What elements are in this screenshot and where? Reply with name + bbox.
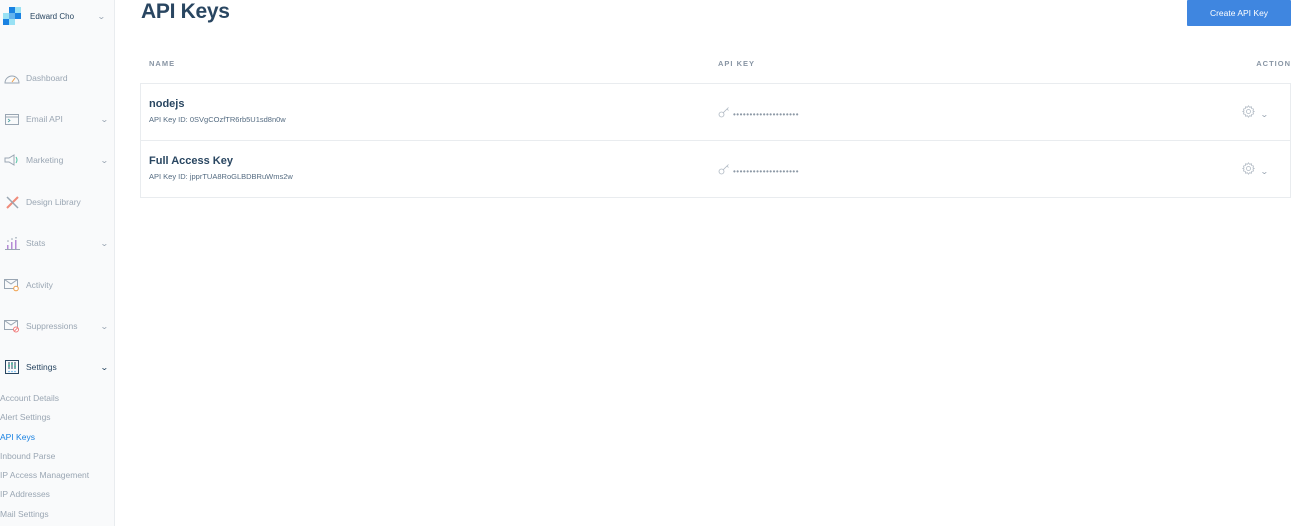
- key-name: nodejs: [149, 98, 185, 110]
- chevron-down-icon: ⌄: [100, 321, 110, 331]
- subnav-mail-settings[interactable]: Mail Settings: [0, 509, 49, 519]
- gear-icon: [1242, 162, 1256, 180]
- bar-chart-icon: [4, 235, 20, 251]
- masked-key-dots: ••••••••••••••••••••: [733, 166, 800, 176]
- subnav-alert-settings[interactable]: Alert Settings: [0, 412, 51, 422]
- email-api-terminal-icon: [4, 111, 20, 127]
- key-name: Full Access Key: [149, 155, 233, 167]
- nav-label: Marketing: [26, 155, 64, 165]
- nav-item-suppressions[interactable]: Suppressions ⌄: [0, 314, 114, 338]
- key-id: API Key ID: jpprTUA8RoGLBDBRuWms2w: [149, 172, 293, 181]
- brand-logo-icon: [3, 7, 21, 25]
- masked-key: ••••••••••••••••••••: [718, 162, 799, 180]
- megaphone-icon: [4, 152, 20, 168]
- account-name: Edward Cho: [30, 11, 75, 21]
- subnav-ip-access-management[interactable]: IP Access Management: [0, 470, 89, 480]
- create-api-key-button[interactable]: Create API Key: [1187, 0, 1291, 26]
- row-action-menu[interactable]: ⌄: [1242, 105, 1270, 123]
- subnav-ip-addresses[interactable]: IP Addresses: [0, 489, 50, 499]
- nav-item-stats[interactable]: Stats ⌄: [0, 231, 114, 255]
- chevron-down-icon: ⌄: [97, 11, 107, 21]
- chevron-down-icon: ⌄: [1260, 166, 1270, 176]
- envelope-search-icon: [4, 277, 20, 293]
- column-header-api-key: API KEY: [718, 59, 756, 68]
- key-icon: [718, 105, 730, 123]
- chevron-down-icon: ⌄: [1260, 109, 1270, 119]
- key-id: API Key ID: 0SVgCOzfTR6rb5U1sd8n0w: [149, 115, 286, 124]
- pencil-ruler-icon: [4, 194, 20, 210]
- dashboard-gauge-icon: [4, 70, 20, 86]
- chevron-down-icon: ⌄: [100, 238, 110, 248]
- main-content: API Keys Create API Key NAME API KEY ACT…: [115, 0, 1294, 526]
- subnav-inbound-parse[interactable]: Inbound Parse: [0, 451, 55, 461]
- sidebar: Edward Cho ⌄ Dashboard Email API ⌄ Marke…: [0, 0, 115, 526]
- page-title: API Keys: [141, 0, 230, 23]
- nav-label: Activity: [26, 280, 53, 290]
- nav-label: Stats: [26, 238, 46, 248]
- key-icon: [718, 162, 730, 180]
- nav-item-email-api[interactable]: Email API ⌄: [0, 107, 114, 131]
- chevron-down-icon: ⌄: [100, 362, 110, 372]
- nav-item-settings[interactable]: Settings ⌄: [0, 355, 114, 379]
- nav-label: Design Library: [26, 197, 81, 207]
- table-row: nodejs API Key ID: 0SVgCOzfTR6rb5U1sd8n0…: [141, 84, 1290, 141]
- nav-item-design-library[interactable]: Design Library: [0, 190, 114, 214]
- table-row: Full Access Key API Key ID: jpprTUA8RoGL…: [141, 141, 1290, 197]
- subnav-api-keys[interactable]: API Keys: [0, 432, 35, 442]
- chevron-down-icon: ⌄: [100, 114, 110, 124]
- masked-key: ••••••••••••••••••••: [718, 105, 799, 123]
- nav-label: Suppressions: [26, 321, 78, 331]
- chevron-down-icon: ⌄: [100, 155, 110, 165]
- gear-icon: [1242, 105, 1256, 123]
- column-header-action: ACTION: [1256, 59, 1291, 68]
- api-keys-table: nodejs API Key ID: 0SVgCOzfTR6rb5U1sd8n0…: [140, 83, 1291, 198]
- column-header-name: NAME: [149, 59, 176, 68]
- nav-item-activity[interactable]: Activity: [0, 273, 114, 297]
- envelope-block-icon: [4, 318, 20, 334]
- settings-sliders-icon: [4, 359, 20, 375]
- subnav-account-details[interactable]: Account Details: [0, 393, 59, 403]
- row-action-menu[interactable]: ⌄: [1242, 162, 1270, 180]
- masked-key-dots: ••••••••••••••••••••: [733, 109, 800, 119]
- nav-label: Settings: [26, 362, 57, 372]
- nav-item-dashboard[interactable]: Dashboard: [0, 66, 114, 90]
- account-switcher[interactable]: Edward Cho ⌄: [3, 5, 111, 27]
- nav-label: Email API: [26, 114, 63, 124]
- nav-label: Dashboard: [26, 73, 68, 83]
- nav-item-marketing[interactable]: Marketing ⌄: [0, 148, 114, 172]
